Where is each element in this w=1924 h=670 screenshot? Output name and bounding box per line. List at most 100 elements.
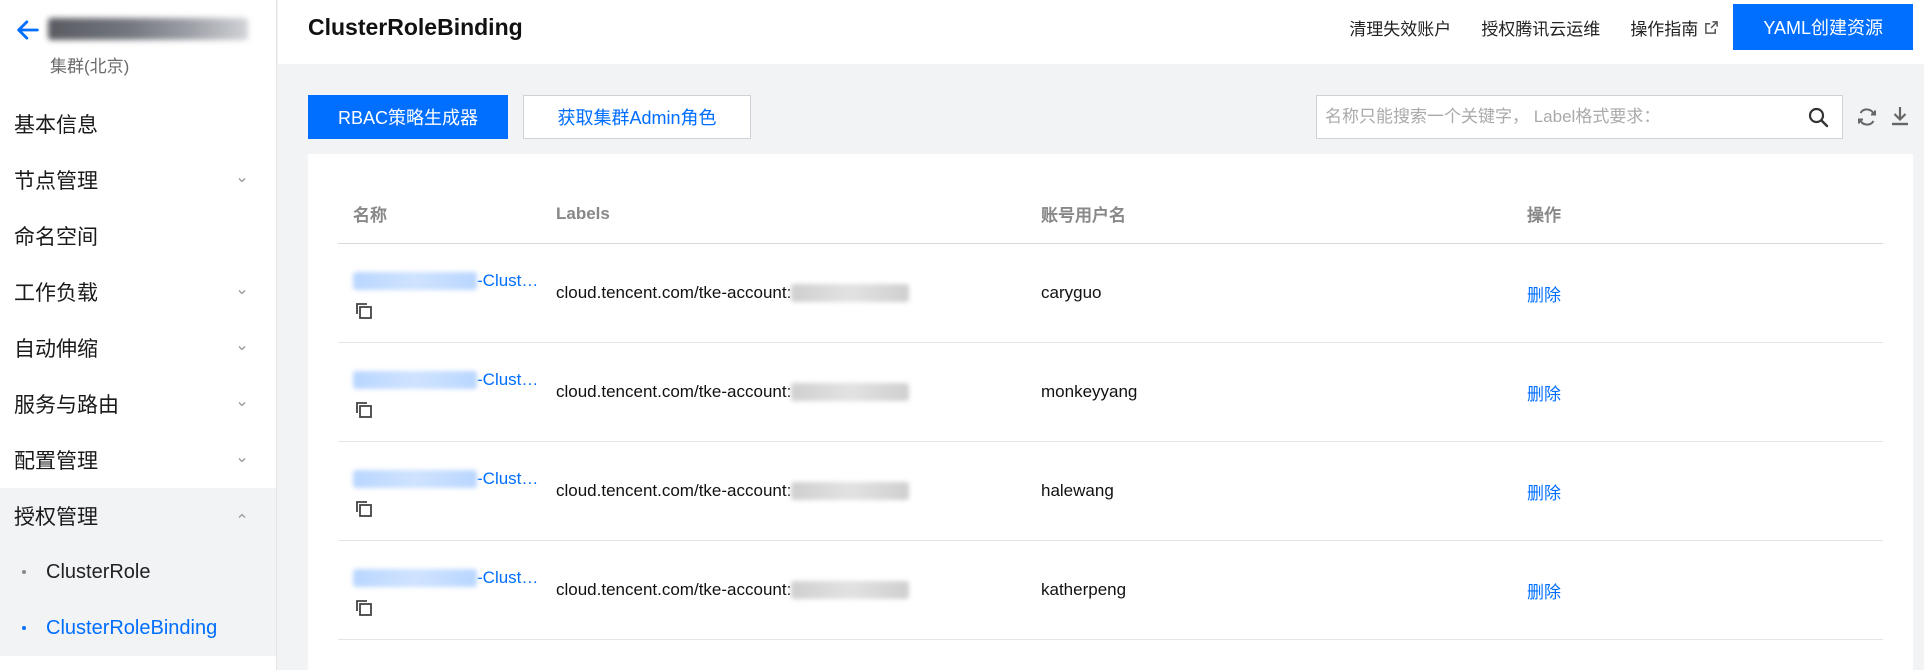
column-header-labels: Labels (556, 203, 610, 223)
delete-link[interactable]: 删除 (1527, 286, 1561, 305)
bullet-dot (22, 626, 26, 630)
yaml-create-button[interactable]: YAML创建资源 (1733, 4, 1913, 50)
sidebar-item-service-routing[interactable]: 服务与路由 (0, 376, 276, 432)
delete-link[interactable]: 删除 (1527, 583, 1561, 602)
page-title: ClusterRoleBinding (308, 14, 523, 40)
binding-name-suffix: -Clust… (477, 270, 539, 290)
sidebar-subitem-clusterrolebinding[interactable]: ClusterRoleBinding (0, 600, 276, 656)
labels-cell: cloud.tencent.com/tke-account: (556, 580, 1041, 600)
table-row: -Clust… cloud.tencent.com/tke-account: m… (338, 343, 1883, 442)
sidebar-item-label: 配置管理 (14, 450, 98, 473)
binding-name-link[interactable]: -Clust… (353, 568, 538, 588)
actions-cell: 删除 (1527, 281, 1883, 306)
sidebar-item-authorization[interactable]: 授权管理 (0, 488, 276, 544)
table-row: -Clust… cloud.tencent.com/tke-account: c… (338, 244, 1883, 343)
rbac-generator-button[interactable]: RBAC策略生成器 (308, 95, 508, 139)
sidebar-item-node-management[interactable]: 节点管理 (0, 152, 276, 208)
sidebar-item-basic-info[interactable]: 基本信息 (0, 96, 276, 152)
operation-guide-link[interactable]: 操作指南 (1630, 15, 1719, 40)
redacted-id (353, 370, 477, 389)
redacted-id (353, 469, 477, 488)
name-cell: -Clust… (338, 343, 556, 442)
copy-icon[interactable] (354, 598, 374, 618)
name-cell: -Clust… (338, 541, 556, 640)
header-actions: 清理失效账户 授权腾讯云运维 操作指南 YAML创建资源 (1349, 4, 1924, 50)
username-cell: katherpeng (1041, 580, 1127, 599)
sidebar-item-autoscaling[interactable]: 自动伸缩 (0, 320, 276, 376)
page-header: ClusterRoleBinding 清理失效账户 授权腾讯云运维 操作指南 Y… (278, 0, 1924, 64)
binding-name-link[interactable]: -Clust… (353, 271, 538, 291)
name-cell: -Clust… (338, 244, 556, 343)
copy-icon[interactable] (354, 301, 374, 321)
actions-cell: 删除 (1527, 578, 1883, 603)
get-admin-role-button[interactable]: 获取集群Admin角色 (523, 95, 751, 139)
actions-cell: 删除 (1527, 479, 1883, 504)
redacted-account-id (791, 383, 910, 401)
labels-cell: cloud.tencent.com/tke-account: (556, 481, 1041, 501)
username-cell: halewang (1041, 481, 1114, 500)
search-icon[interactable] (1806, 105, 1830, 129)
clusterrolebinding-table: 名称 Labels 账号用户名 操作 -Clust… cloud.tencent… (338, 184, 1883, 640)
sidebar-subitem-label: ClusterRoleBinding (46, 616, 218, 639)
labels-cell: cloud.tencent.com/tke-account: (556, 283, 1041, 303)
name-cell: -Clust… (338, 442, 556, 541)
chevron-down-icon (238, 290, 246, 295)
binding-name-link[interactable]: -Clust… (353, 469, 538, 489)
cluster-name-redacted (48, 18, 248, 40)
column-header-name: 名称 (353, 206, 387, 225)
sidebar-header: 集群(北京) (0, 0, 276, 96)
binding-name-suffix: -Clust… (477, 567, 539, 587)
sidebar-item-config-management[interactable]: 配置管理 (0, 432, 276, 488)
arrow-left-icon[interactable] (14, 16, 42, 44)
sidebar-subitem-label: ClusterRole (46, 560, 151, 583)
clean-invalid-accounts-link[interactable]: 清理失效账户 (1349, 15, 1451, 40)
cluster-region: 集群(北京) (50, 57, 130, 76)
search-input[interactable] (1317, 97, 1806, 137)
binding-name-suffix: -Clust… (477, 468, 539, 488)
operation-guide-label: 操作指南 (1630, 19, 1699, 39)
labels-cell: cloud.tencent.com/tke-account: (556, 382, 1041, 402)
redacted-account-id (791, 581, 910, 599)
redacted-id (353, 568, 477, 587)
redacted-account-id (791, 482, 910, 500)
label-prefix: cloud.tencent.com/tke-account: (556, 481, 792, 500)
external-link-icon (1705, 20, 1719, 34)
delete-link[interactable]: 删除 (1527, 385, 1561, 404)
table-row: -Clust… cloud.tencent.com/tke-account: k… (338, 541, 1883, 640)
sidebar-subitem-clusterrole[interactable]: ClusterRole (0, 544, 276, 600)
chevron-down-icon (238, 346, 246, 351)
redacted-id (353, 271, 477, 290)
sidebar-item-label: 节点管理 (14, 170, 98, 193)
chevron-down-icon (238, 458, 246, 463)
column-header-username: 账号用户名 (1041, 206, 1126, 225)
table-row: -Clust… cloud.tencent.com/tke-account: h… (338, 442, 1883, 541)
actions-cell: 删除 (1527, 380, 1883, 405)
table-header: 名称 Labels 账号用户名 操作 (338, 184, 1883, 244)
sidebar-item-label: 服务与路由 (14, 394, 119, 417)
copy-icon[interactable] (354, 499, 374, 519)
search-box (1316, 95, 1843, 139)
download-icon[interactable] (1888, 104, 1912, 128)
label-prefix: cloud.tencent.com/tke-account: (556, 382, 792, 401)
sidebar-item-label: 自动伸缩 (14, 338, 98, 361)
binding-name-suffix: -Clust… (477, 369, 539, 389)
username-cell: caryguo (1041, 283, 1102, 302)
chevron-down-icon (238, 402, 246, 407)
sidebar-item-workload[interactable]: 工作负载 (0, 264, 276, 320)
bullet-dot (22, 570, 26, 574)
refresh-icon[interactable] (1855, 105, 1879, 129)
delete-link[interactable]: 删除 (1527, 484, 1561, 503)
authorize-ops-link[interactable]: 授权腾讯云运维 (1481, 15, 1600, 40)
table-panel: 名称 Labels 账号用户名 操作 -Clust… cloud.tencent… (308, 154, 1913, 670)
sidebar-item-label: 工作负载 (14, 282, 98, 305)
chevron-down-icon (238, 178, 246, 183)
sidebar-item-label: 基本信息 (14, 114, 98, 137)
binding-name-link[interactable]: -Clust… (353, 370, 538, 390)
chevron-up-icon (238, 513, 246, 518)
sidebar-item-namespace[interactable]: 命名空间 (0, 208, 276, 264)
sidebar-nav: 基本信息 节点管理 命名空间 工作负载 自动伸缩 服务与路由 配置管理 授权管理 (0, 96, 276, 656)
column-header-actions: 操作 (1527, 206, 1561, 225)
copy-icon[interactable] (354, 400, 374, 420)
label-prefix: cloud.tencent.com/tke-account: (556, 580, 792, 599)
toolbar: RBAC策略生成器 获取集群Admin角色 (308, 95, 1913, 139)
